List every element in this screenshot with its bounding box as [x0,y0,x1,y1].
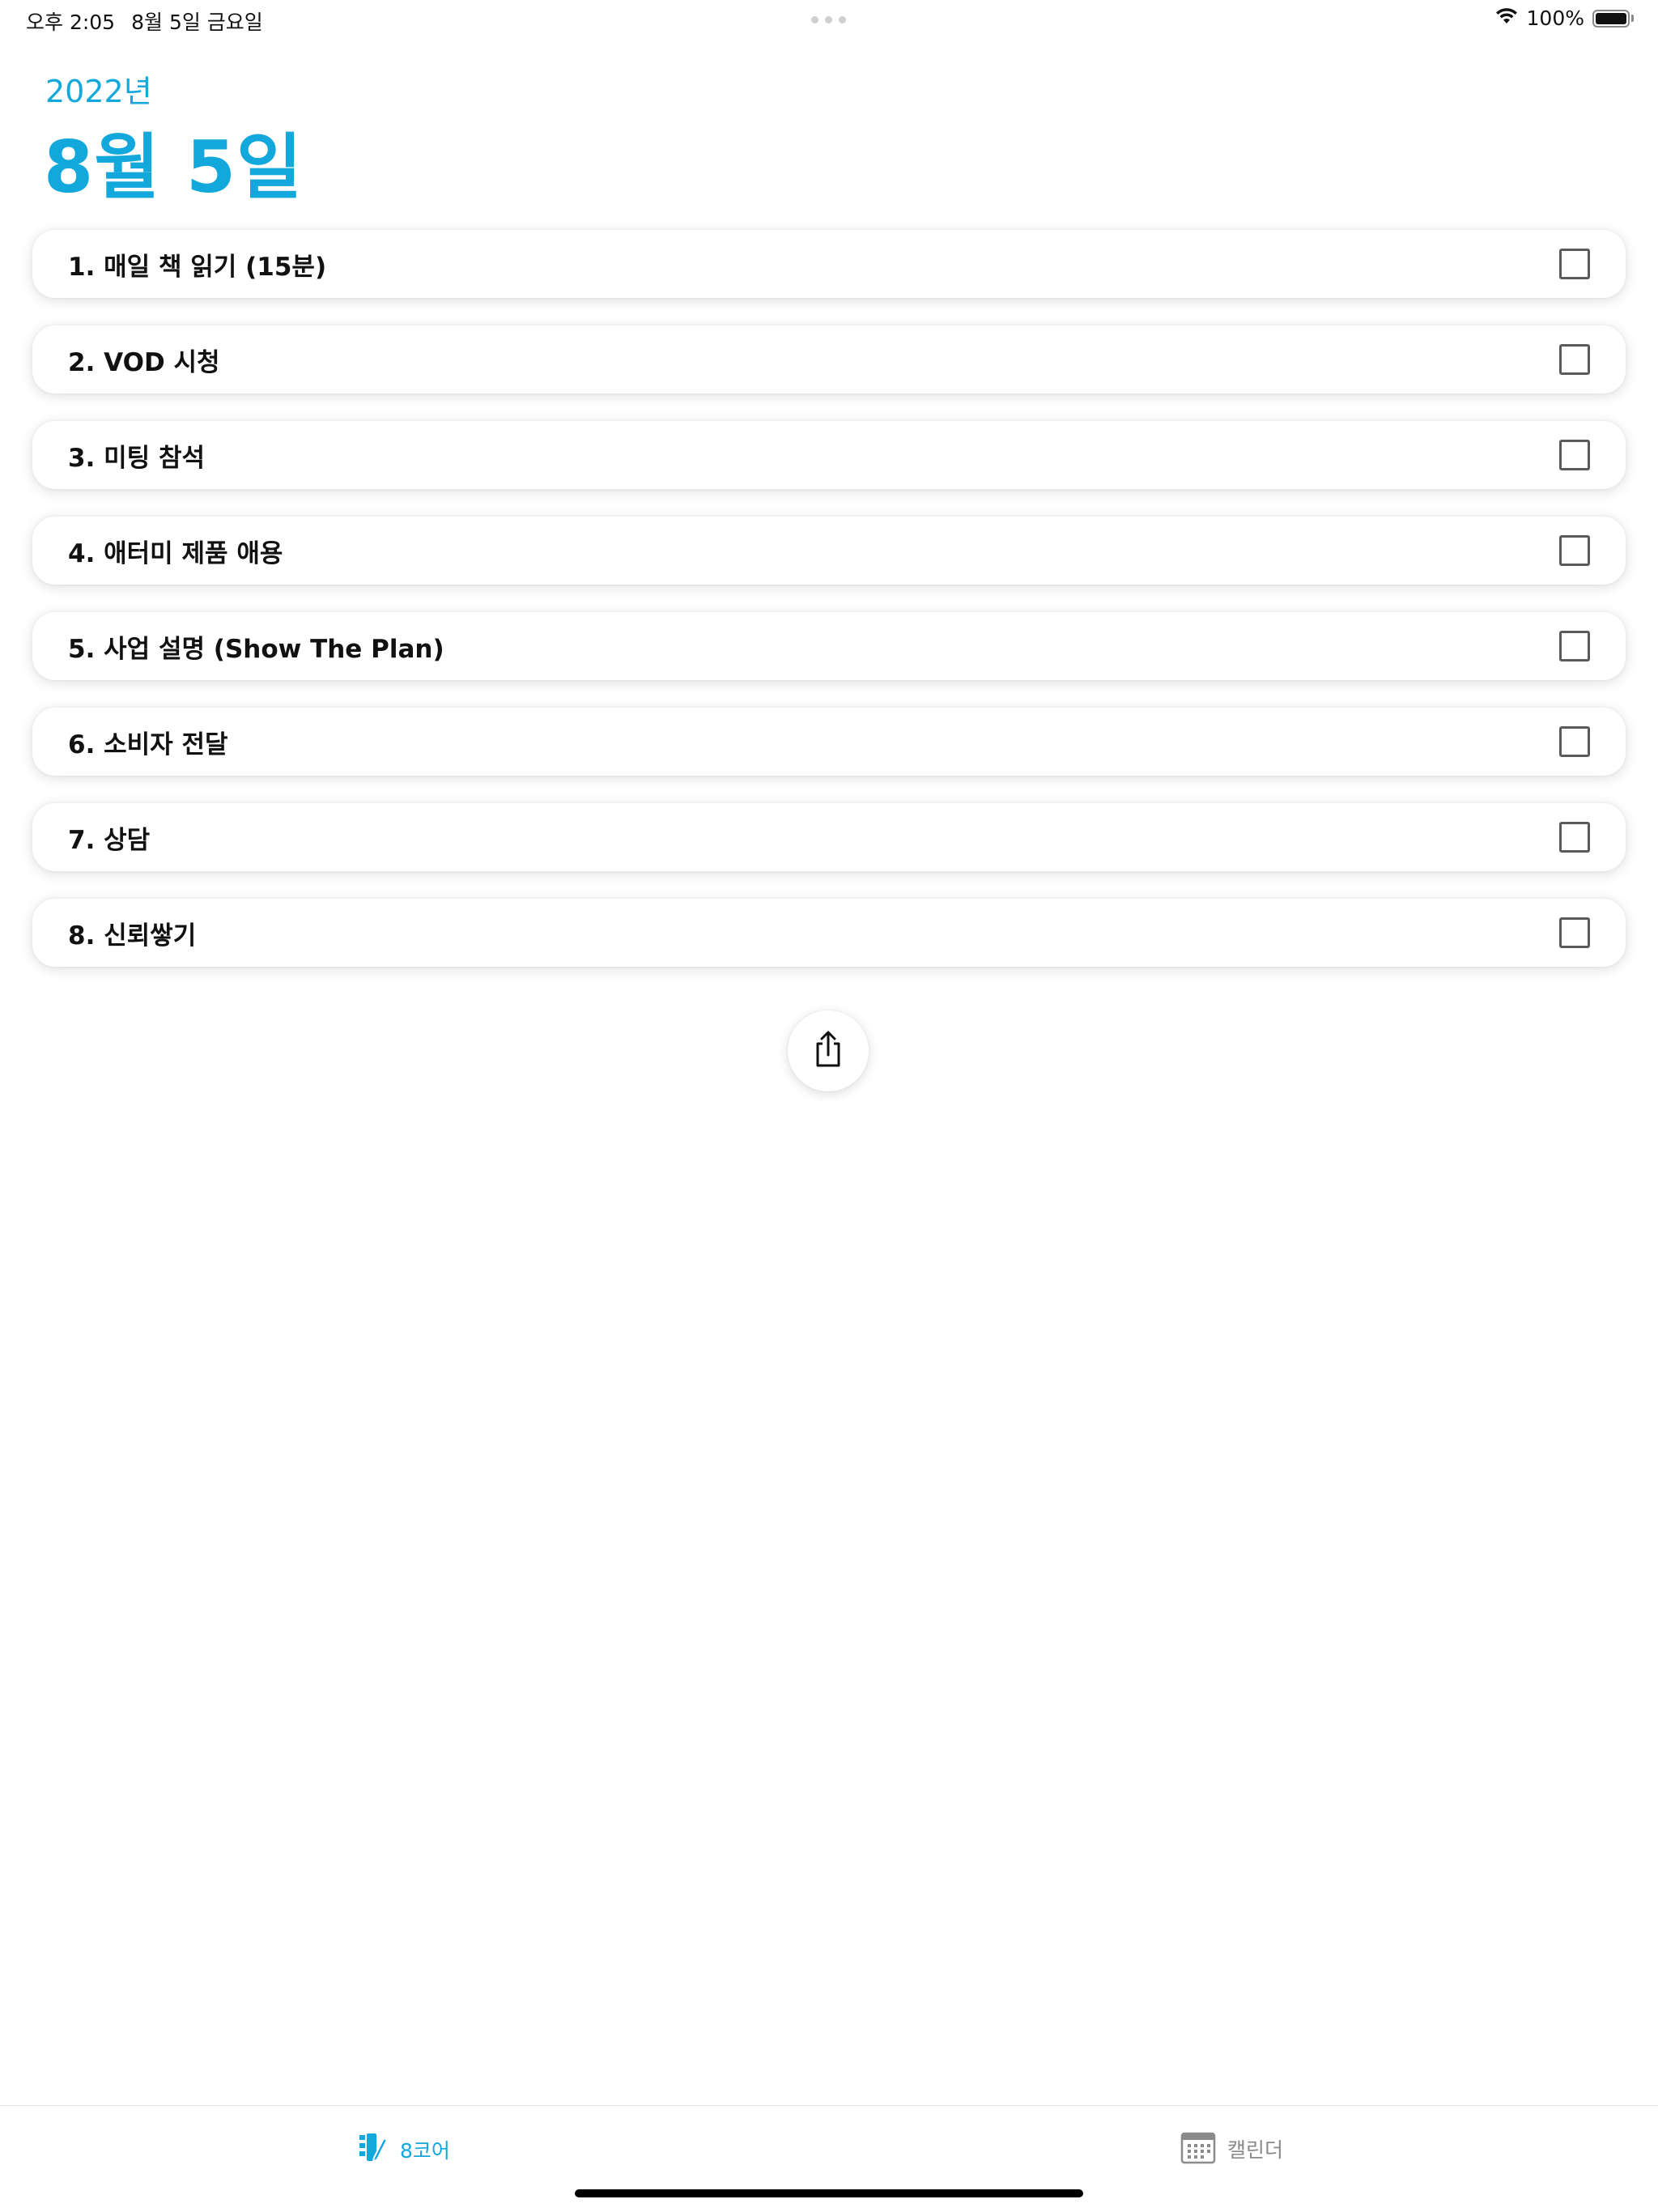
task-checkbox[interactable] [1559,440,1590,470]
share-icon [812,1030,844,1072]
task-checkbox[interactable] [1559,535,1590,566]
tab-calendar-label: 캘린더 [1227,2138,1284,2162]
task-list: 1. 매일 책 읽기 (15분) 2. VOD 시청 3. 미팅 참석 4. 애… [32,230,1626,994]
status-date: 8월 5일 금요일 [131,11,263,34]
status-time: 오후 2:05 [26,11,116,34]
tab-8core-label: 8코어 [400,2139,450,2163]
app-screen: 오후 2:05 8월 5일 금요일 100% 2022년 8월 5일 1. 매일… [0,0,1658,2212]
battery-full-icon [1592,9,1630,28]
task-checkbox[interactable] [1559,631,1590,661]
task-item[interactable]: 8. 신뢰쌓기 [32,899,1626,967]
multitasking-handle[interactable] [811,16,846,23]
task-item[interactable]: 1. 매일 책 읽기 (15분) [32,230,1626,298]
task-checkbox[interactable] [1559,249,1590,279]
tab-calendar[interactable]: 캘린더 [1180,2130,1283,2167]
battery-percent: 100% [1526,6,1584,30]
task-item[interactable]: 5. 사업 설명 (Show The Plan) [32,612,1626,680]
task-checkbox[interactable] [1559,822,1590,853]
task-checkbox[interactable] [1559,726,1590,757]
task-label: 5. 사업 설명 (Show The Plan) [68,634,444,664]
task-label: 1. 매일 책 읽기 (15분) [68,252,327,282]
task-item[interactable]: 6. 소비자 전달 [32,708,1626,776]
calendar-icon [1180,2130,1216,2167]
task-label: 2. VOD 시청 [68,347,220,377]
status-time-date: 오후 2:05 8월 5일 금요일 [26,6,263,36]
task-checkbox[interactable] [1559,344,1590,375]
task-label: 7. 상담 [68,825,151,855]
tab-8core[interactable]: 8코어 [356,2130,450,2169]
home-indicator[interactable] [575,2189,1083,2197]
year-label: 2022년 [45,74,152,109]
task-item[interactable]: 2. VOD 시청 [32,325,1626,393]
task-label: 4. 애터미 제품 애용 [68,538,283,568]
page-title: 8월 5일 [44,125,304,209]
task-label: 8. 신뢰쌓기 [68,921,197,951]
task-item[interactable]: 4. 애터미 제품 애용 [32,517,1626,585]
share-button[interactable] [788,1010,869,1091]
status-indicators: 100% [1494,6,1634,30]
checklist-pencil-icon [356,2130,389,2169]
wifi-icon [1494,6,1519,30]
status-bar: 오후 2:05 8월 5일 금요일 100% [0,0,1658,39]
task-label: 6. 소비자 전달 [68,730,228,759]
task-label: 3. 미팅 참석 [68,443,206,473]
task-item[interactable]: 3. 미팅 참석 [32,421,1626,489]
task-checkbox[interactable] [1559,917,1590,948]
task-item[interactable]: 7. 상담 [32,803,1626,871]
